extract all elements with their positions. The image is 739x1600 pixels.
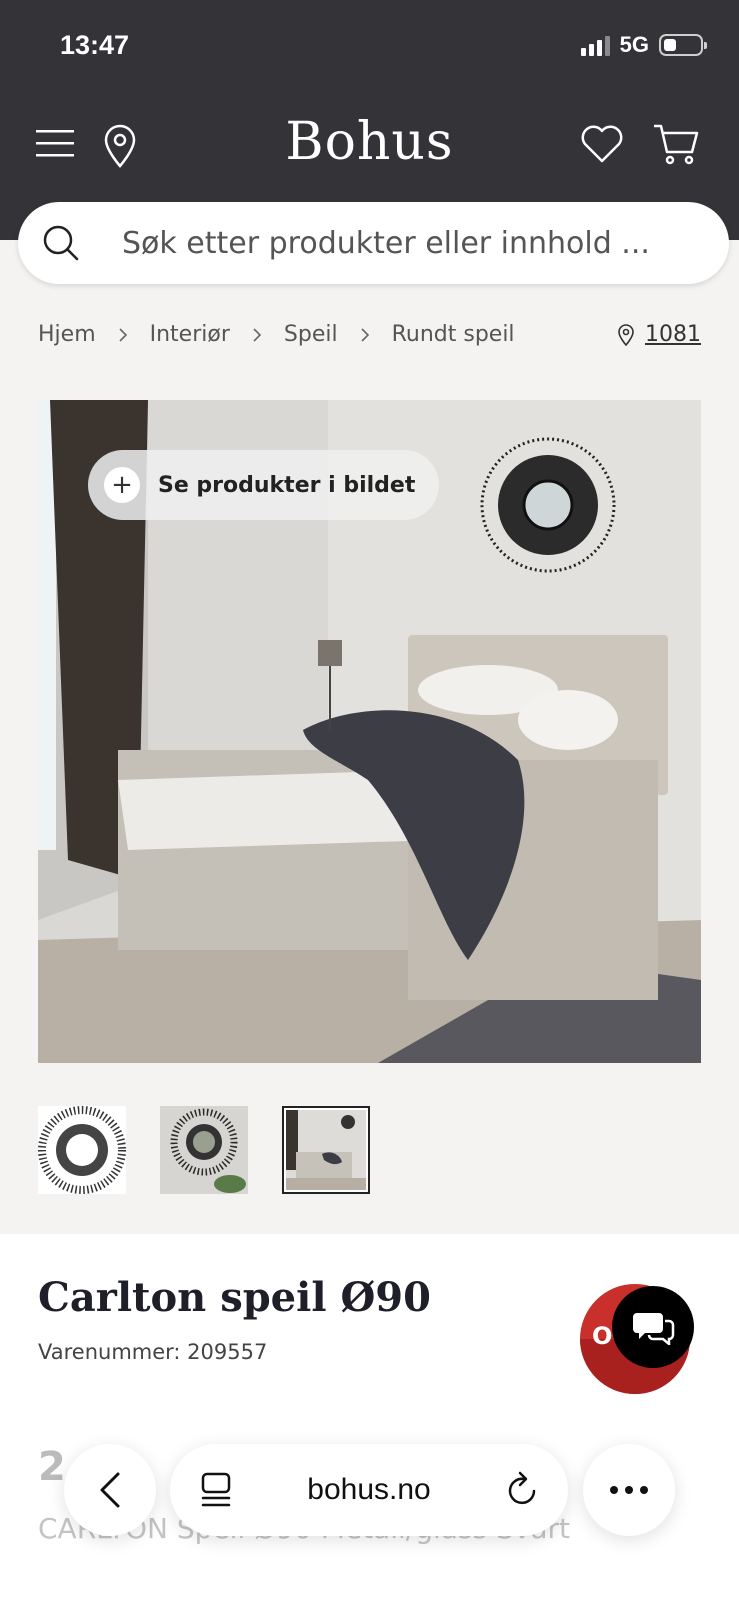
address-bar[interactable]: bohus.no — [170, 1444, 568, 1536]
status-time: 13:47 — [60, 30, 130, 60]
location-pin-icon — [618, 323, 634, 346]
browser-back-button[interactable] — [64, 1444, 156, 1536]
breadcrumb-item-interior[interactable]: Interiør — [150, 322, 230, 347]
bohus-logo[interactable]: Bohus — [0, 112, 739, 172]
store-selector[interactable]: 1081 — [617, 322, 701, 347]
search-icon — [43, 225, 79, 261]
chevron-right-icon — [119, 327, 127, 342]
store-number[interactable]: 1081 — [645, 322, 701, 347]
more-options-button[interactable] — [583, 1444, 675, 1536]
thumbnail-3-selected[interactable] — [282, 1106, 370, 1194]
reload-icon[interactable] — [506, 1470, 540, 1508]
breadcrumb-item-hjem[interactable]: Hjem — [38, 322, 96, 347]
see-products-button[interactable]: + Se produkter i bildet — [88, 450, 440, 520]
sunburst-mirror-thumbnail — [38, 1106, 126, 1194]
thumbnail-strip — [38, 1106, 370, 1194]
mirror-wall-thumbnail — [160, 1106, 248, 1194]
browser-toolbar: bohus.no — [0, 1438, 739, 1558]
status-indicators: 5G — [580, 32, 707, 58]
see-products-label: Se produkter i bildet — [158, 472, 416, 498]
breadcrumb: Hjem Interiør Speil Rundt speil — [38, 322, 515, 347]
chat-button[interactable] — [612, 1286, 694, 1368]
chevron-left-icon — [100, 1472, 120, 1508]
product-hero-image[interactable]: + Se produkter i bildet — [38, 400, 701, 1063]
product-sku: Varenummer: 209557 — [38, 1340, 268, 1364]
more-icon — [610, 1486, 648, 1494]
product-title: Carlton speil Ø90 — [38, 1274, 431, 1321]
search-bar[interactable] — [18, 202, 729, 284]
network-label: 5G — [619, 32, 649, 57]
search-input[interactable] — [122, 218, 702, 268]
offer-badge-text: O — [592, 1322, 613, 1350]
plus-icon: + — [104, 467, 140, 503]
breadcrumb-item-rundt-speil[interactable]: Rundt speil — [392, 322, 515, 347]
signal-icon — [580, 34, 610, 56]
breadcrumb-item-speil[interactable]: Speil — [284, 322, 338, 347]
battery-icon — [659, 34, 707, 56]
chevron-right-icon — [361, 327, 369, 342]
reader-mode-icon — [201, 1472, 231, 1507]
heart-icon[interactable] — [580, 124, 624, 164]
thumbnail-1[interactable] — [38, 1106, 126, 1194]
thumbnail-2[interactable] — [160, 1106, 248, 1194]
chat-bubble-icon — [633, 1313, 675, 1345]
bedroom-thumbnail — [286, 1110, 366, 1190]
url-text: bohus.no — [307, 1473, 431, 1506]
chevron-right-icon — [253, 327, 262, 342]
cart-icon[interactable] — [652, 122, 700, 166]
